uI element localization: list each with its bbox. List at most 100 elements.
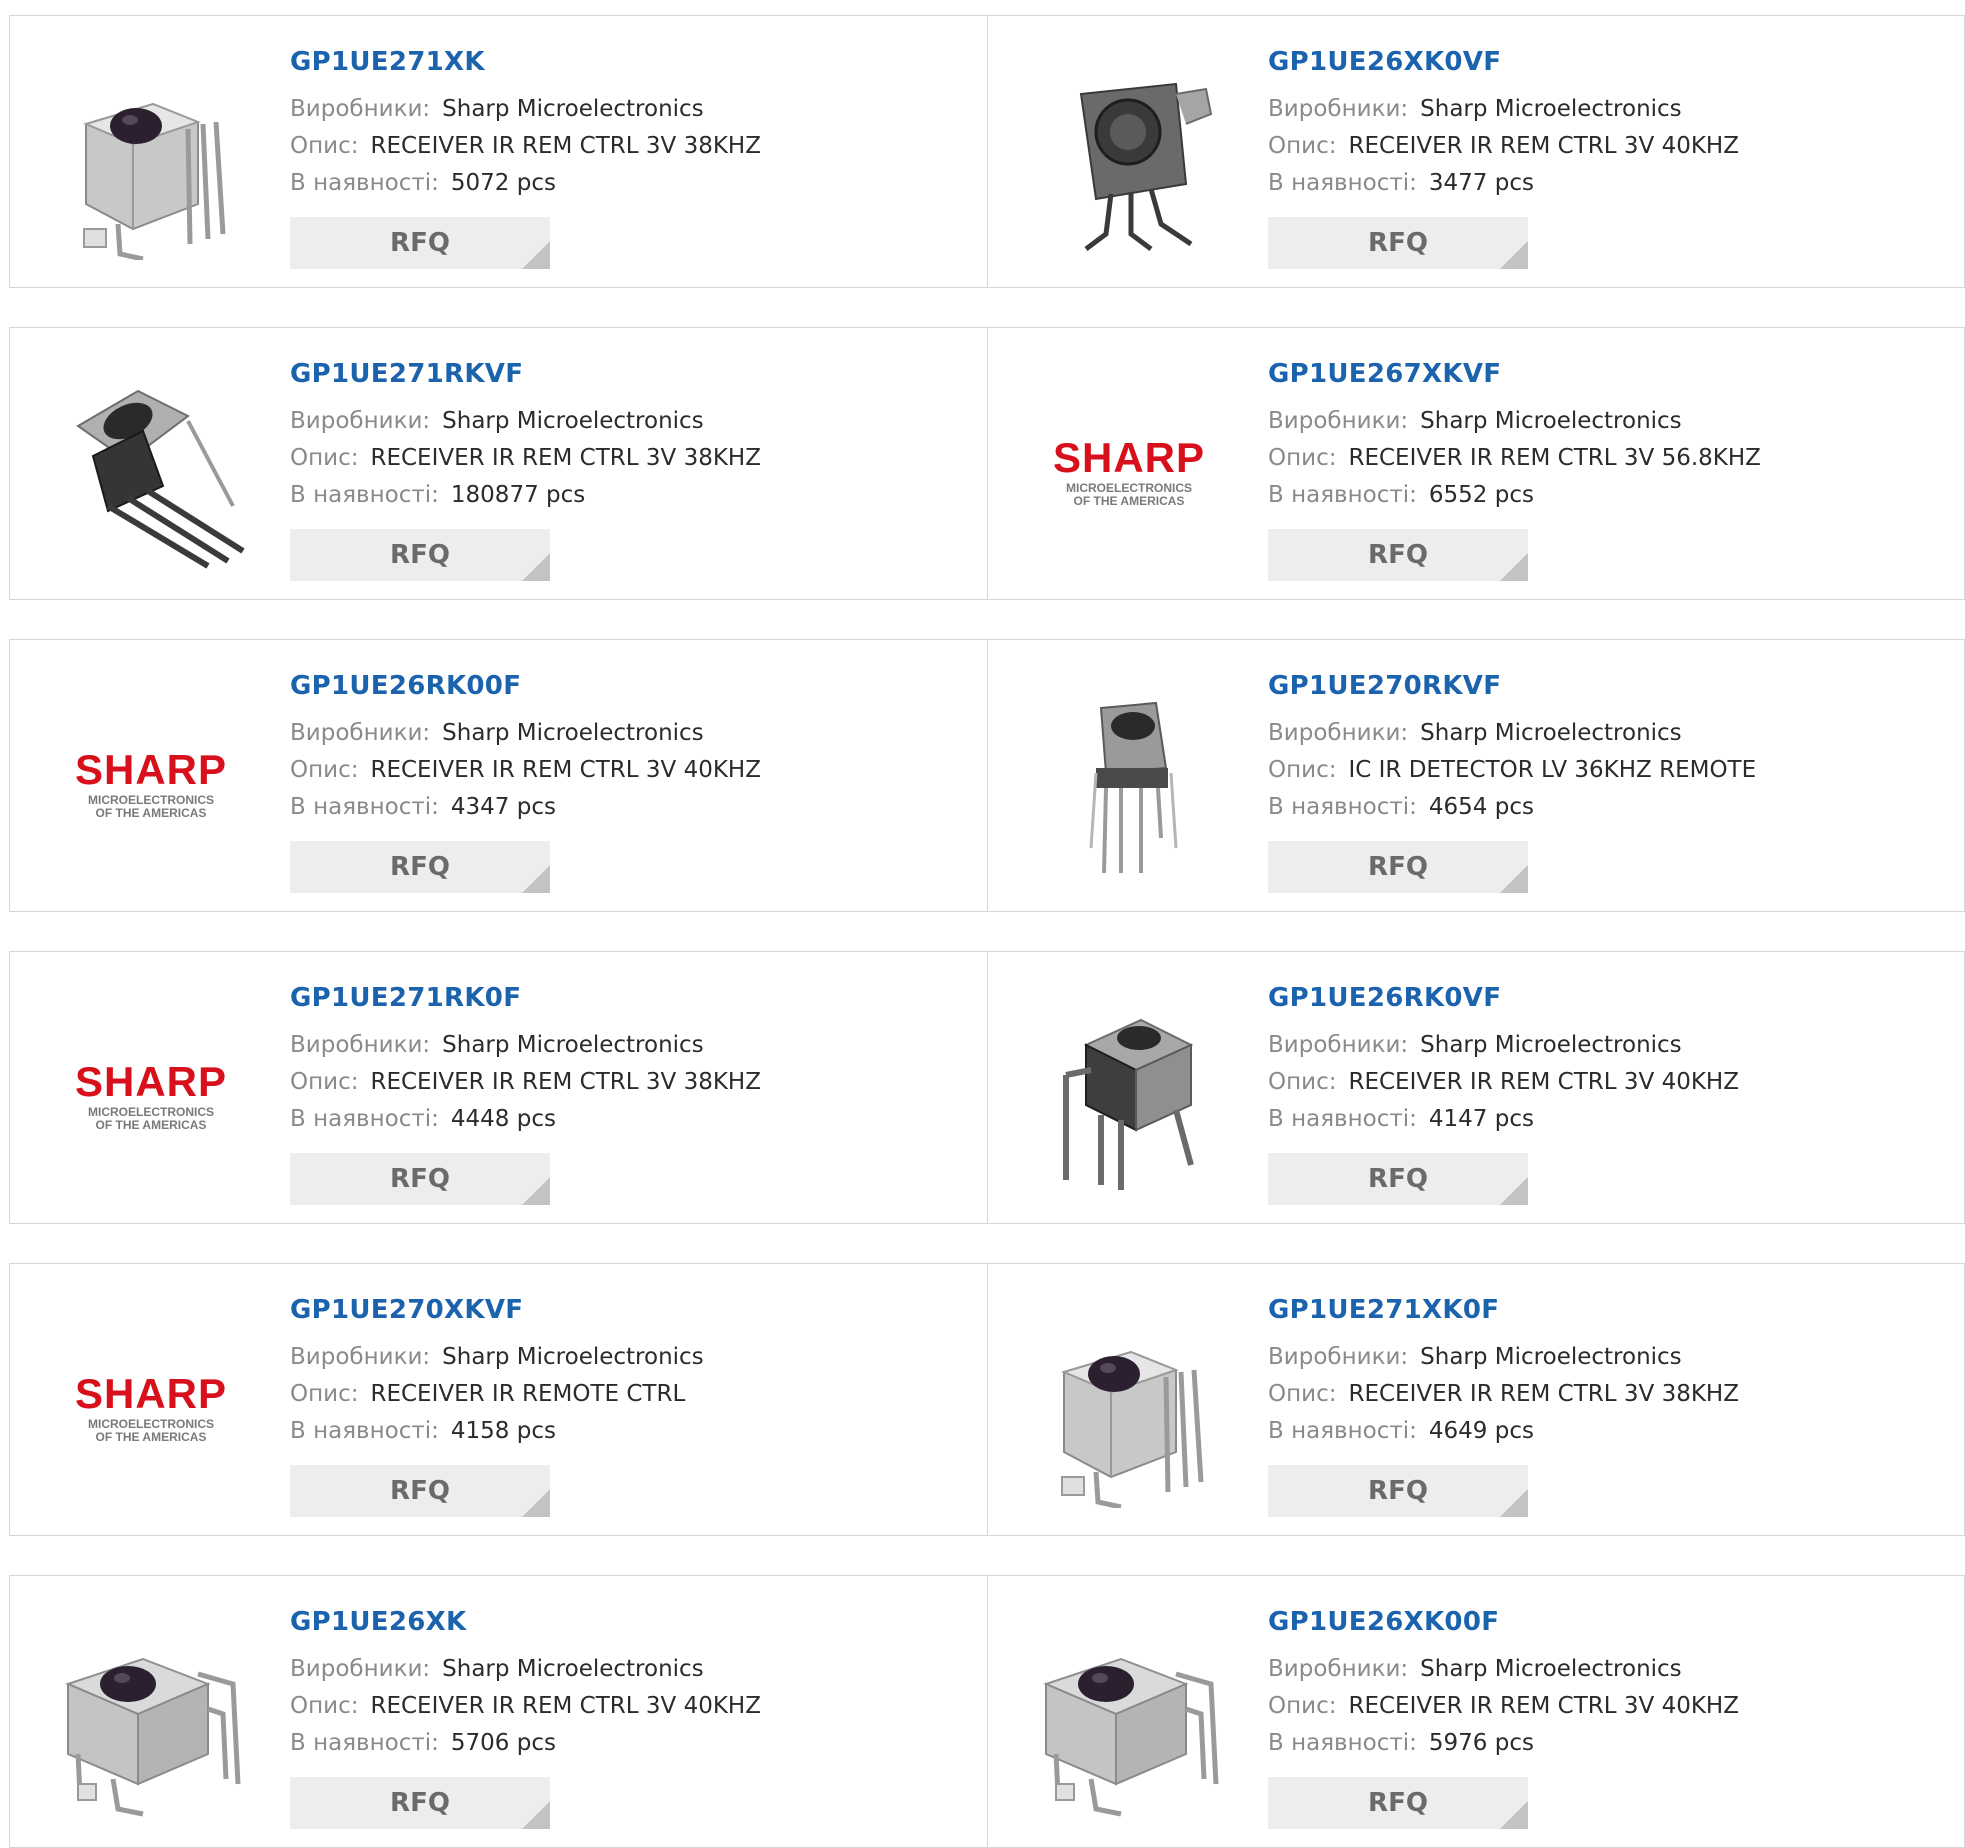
manufacturer-label: Виробники: xyxy=(1268,1656,1409,1682)
description-value: RECEIVER IR REMOTE CTRL xyxy=(370,1381,686,1407)
description-value: RECEIVER IR REM CTRL 3V 40KHZ xyxy=(1348,1069,1739,1095)
product-row: SHARP MICROELECTRONICS OF THE AMERICAS G… xyxy=(9,639,1965,912)
rfq-button-label: RFQ xyxy=(1368,1164,1428,1194)
manufacturer-label: Виробники: xyxy=(290,408,431,434)
part-number-link[interactable]: GP1UE270RKVF xyxy=(1268,671,1501,701)
stock-row: В наявності: 6552 pcs xyxy=(1268,482,1534,508)
product-image[interactable]: SHARP MICROELECTRONICS OF THE AMERICAS xyxy=(48,678,254,884)
part-number-link[interactable]: GP1UE271RKVF xyxy=(290,359,523,389)
logo-brand: SHARP xyxy=(75,1058,227,1105)
stock-value: 6552 pcs xyxy=(1428,482,1534,508)
corner-triangle-icon xyxy=(1500,241,1528,269)
manufacturer-row: Виробники: Sharp Microelectronics xyxy=(290,408,704,434)
part-number-link[interactable]: GP1UE267XKVF xyxy=(1268,359,1501,389)
description-label: Опис: xyxy=(1268,757,1337,783)
product-image[interactable] xyxy=(48,54,254,260)
rfq-button[interactable]: RFQ xyxy=(1268,1153,1528,1205)
manufacturer-value: Sharp Microelectronics xyxy=(1420,1032,1682,1058)
rfq-button[interactable]: RFQ xyxy=(290,1153,550,1205)
part-number-link[interactable]: GP1UE271XK0F xyxy=(1268,1295,1499,1325)
stock-row: В наявності: 180877 pcs xyxy=(290,482,585,508)
description-row: Опис: RECEIVER IR REM CTRL 3V 38KHZ xyxy=(290,1069,761,1095)
logo-brand: SHARP xyxy=(1053,434,1205,481)
rfq-button-label: RFQ xyxy=(1368,228,1428,258)
description-row: Опис: RECEIVER IR REM CTRL 3V 40KHZ xyxy=(1268,133,1739,159)
corner-triangle-icon xyxy=(522,1177,550,1205)
corner-triangle-icon xyxy=(522,553,550,581)
stock-label: В наявності: xyxy=(290,1106,439,1132)
part-number-link[interactable]: GP1UE271RK0F xyxy=(290,983,521,1013)
description-value: RECEIVER IR REM CTRL 3V 56.8KHZ xyxy=(1348,445,1761,471)
sharp-logo: SHARP MICROELECTRONICS OF THE AMERICAS xyxy=(1053,434,1205,508)
logo-line2: OF THE AMERICAS xyxy=(96,806,207,820)
corner-triangle-icon xyxy=(522,241,550,269)
stock-row: В наявності: 4158 pcs xyxy=(290,1418,556,1444)
description-value: RECEIVER IR REM CTRL 3V 40KHZ xyxy=(370,1693,761,1719)
rfq-button-label: RFQ xyxy=(390,852,450,882)
manufacturer-value: Sharp Microelectronics xyxy=(442,1656,704,1682)
manufacturer-label: Виробники: xyxy=(290,1344,431,1370)
product-image[interactable] xyxy=(1026,1614,1232,1820)
stock-row: В наявності: 5072 pcs xyxy=(290,170,556,196)
description-label: Опис: xyxy=(1268,1693,1337,1719)
part-number-link[interactable]: GP1UE270XKVF xyxy=(290,1295,523,1325)
manufacturer-value: Sharp Microelectronics xyxy=(442,720,704,746)
manufacturer-row: Виробники: Sharp Microelectronics xyxy=(290,1344,704,1370)
corner-triangle-icon xyxy=(1500,1801,1528,1829)
product-row: SHARP MICROELECTRONICS OF THE AMERICAS G… xyxy=(9,1263,1965,1536)
sharp-logo: SHARP MICROELECTRONICS OF THE AMERICAS xyxy=(75,746,226,820)
product-row: GP1UE271XK Виробники: Sharp Microelectron… xyxy=(9,15,1965,288)
sharp-logo: SHARP MICROELECTRONICS OF THE AMERICAS xyxy=(75,1370,227,1444)
stock-value: 180877 pcs xyxy=(450,482,586,508)
part-number-link[interactable]: GP1UE26RK00F xyxy=(290,671,521,701)
part-number-link[interactable]: GP1UE26XK xyxy=(290,1607,466,1637)
product-image[interactable] xyxy=(1026,1302,1232,1508)
part-number-link[interactable]: GP1UE26XK00F xyxy=(1268,1607,1499,1637)
manufacturer-row: Виробники: Sharp Microelectronics xyxy=(290,96,704,122)
corner-triangle-icon xyxy=(522,1801,550,1829)
product-image[interactable] xyxy=(1026,678,1232,884)
rfq-button[interactable]: RFQ xyxy=(290,217,550,269)
manufacturer-row: Виробники: Sharp Microelectronics xyxy=(290,1032,704,1058)
ir-receiver-icon xyxy=(1089,701,1178,874)
stock-row: В наявності: 4448 pcs xyxy=(290,1106,556,1132)
rfq-button[interactable]: RFQ xyxy=(1268,1777,1528,1829)
part-number-link[interactable]: GP1UE271XK xyxy=(290,47,485,77)
manufacturer-value: Sharp Microelectronics xyxy=(442,96,704,122)
rfq-button[interactable]: RFQ xyxy=(290,1465,550,1517)
manufacturer-value: Sharp Microelectronics xyxy=(1420,1344,1682,1370)
product-image[interactable]: SHARP MICROELECTRONICS OF THE AMERICAS xyxy=(48,990,254,1196)
product-image[interactable]: SHARP MICROELECTRONICS OF THE AMERICAS xyxy=(1026,366,1232,572)
product-image[interactable] xyxy=(48,1614,254,1820)
product-image[interactable] xyxy=(48,366,254,572)
product-card: SHARP MICROELECTRONICS OF THE AMERICAS G… xyxy=(10,640,987,911)
rfq-button[interactable]: RFQ xyxy=(290,1777,550,1829)
corner-triangle-icon xyxy=(522,1489,550,1517)
logo-line1: MICROELECTRONICS xyxy=(1066,481,1192,495)
part-number-link[interactable]: GP1UE26XK0VF xyxy=(1268,47,1501,77)
stock-label: В наявності: xyxy=(290,482,439,508)
rfq-button[interactable]: RFQ xyxy=(290,529,550,581)
logo-brand: SHARP xyxy=(75,1370,227,1417)
manufacturer-label: Виробники: xyxy=(290,96,431,122)
rfq-button[interactable]: RFQ xyxy=(1268,217,1528,269)
rfq-button[interactable]: RFQ xyxy=(1268,529,1528,581)
product-image[interactable] xyxy=(1026,990,1232,1196)
manufacturer-label: Виробники: xyxy=(1268,1344,1409,1370)
product-image[interactable] xyxy=(1026,54,1232,260)
manufacturer-row: Виробники: Sharp Microelectronics xyxy=(1268,408,1682,434)
stock-value: 5706 pcs xyxy=(450,1730,556,1756)
description-label: Опис: xyxy=(1268,1069,1337,1095)
rfq-button[interactable]: RFQ xyxy=(1268,1465,1528,1517)
manufacturer-value: Sharp Microelectronics xyxy=(442,1032,704,1058)
stock-value: 4649 pcs xyxy=(1428,1418,1534,1444)
manufacturer-label: Виробники: xyxy=(1268,408,1409,434)
rfq-button[interactable]: RFQ xyxy=(1268,841,1528,893)
ir-receiver-icon xyxy=(1079,82,1213,251)
rfq-button[interactable]: RFQ xyxy=(290,841,550,893)
product-card: SHARP MICROELECTRONICS OF THE AMERICAS G… xyxy=(10,1264,987,1535)
description-row: Опис: IC IR DETECTOR LV 36KHZ REMOTE xyxy=(1268,757,1756,783)
part-number-link[interactable]: GP1UE26RK0VF xyxy=(1268,983,1501,1013)
rfq-button-label: RFQ xyxy=(390,1476,450,1506)
product-image[interactable]: SHARP MICROELECTRONICS OF THE AMERICAS xyxy=(48,1302,254,1508)
